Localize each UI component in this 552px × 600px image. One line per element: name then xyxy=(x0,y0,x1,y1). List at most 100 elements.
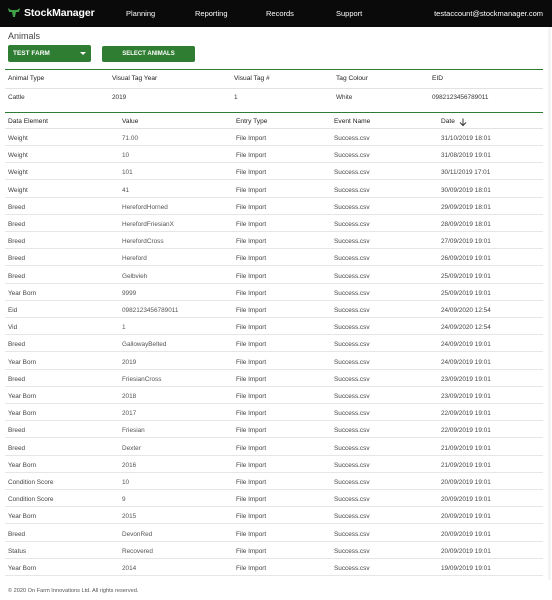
event-name-cell: Success.csv xyxy=(334,238,370,246)
entry-type-cell: File Import xyxy=(236,461,267,469)
table-row[interactable]: Breed DevonRed File Import Success.csv 20/09… xyxy=(0,525,552,542)
table-row[interactable]: Vid 1 File Import Success.csv 24/09/2020 12:… xyxy=(0,318,552,336)
table-row[interactable]: Weight 101 File Import Success.csv 30/11/201… xyxy=(0,163,552,181)
table-row[interactable]: Breed HerefordHorned File Import Success.cs… xyxy=(0,198,552,215)
value-cell: 1 xyxy=(122,324,126,332)
nav-support[interactable]: Support xyxy=(336,9,362,18)
date-cell: 31/10/2019 18:01 xyxy=(441,135,491,142)
arrow-down-icon[interactable] xyxy=(459,118,467,127)
table-row[interactable]: Breed Dexter File Import Success.csv 21/09/2… xyxy=(0,439,552,456)
value-cell: 0982123456789011 xyxy=(122,307,179,314)
date-cell: 24/09/2019 19:01 xyxy=(441,358,491,366)
entry-type-cell: File Import xyxy=(236,255,267,263)
date-cell: 29/09/2019 18:01 xyxy=(441,203,491,211)
value-cell: Hereford xyxy=(122,255,147,263)
farm-select-value: TEST FARM xyxy=(13,50,50,57)
table-row[interactable]: Year Born 2018 File Import Success.csv 23/09… xyxy=(0,387,552,404)
app-logo[interactable]: StockManager xyxy=(7,6,95,20)
header-animal-type: Animal Type xyxy=(8,75,45,82)
event-name-cell: Success.csv xyxy=(334,393,370,400)
entry-type-cell: File Import xyxy=(236,393,267,400)
entry-type-cell: File Import xyxy=(236,169,267,177)
nav-reporting[interactable]: Reporting xyxy=(195,9,228,18)
data-element-cell: Year Born xyxy=(8,358,37,366)
table-row[interactable]: Breed Friesian File Import Success.csv 22/09… xyxy=(0,421,552,439)
farm-select-dropdown[interactable]: TEST FARM xyxy=(8,45,91,62)
value-cell: Dexter xyxy=(122,444,141,452)
data-element-cell: Breed xyxy=(8,375,26,383)
entry-type-cell: File Import xyxy=(236,324,267,332)
table-row[interactable]: Condition Score 10 File Import Success.csv 2… xyxy=(0,473,552,490)
table-row[interactable]: Condition Score 9 File Import Success.csv 20… xyxy=(0,490,552,508)
table-row[interactable]: Breed Gelbvieh File Import Success.csv 25/09… xyxy=(0,267,552,284)
date-cell: 24/09/2019 19:01 xyxy=(441,341,491,349)
data-element-cell: Status xyxy=(8,547,27,555)
table-row[interactable]: BreedD...File ImportSuccess.csv19/09/201… xyxy=(0,576,552,580)
table-row[interactable]: Year Born 2019 File Import Success.csv 24/09… xyxy=(0,353,552,370)
header-visual-tag-year: Visual Tag Year xyxy=(112,75,158,82)
data-element-cell: Breed xyxy=(8,341,26,349)
date-cell: 24/09/2020 12:54 xyxy=(441,307,491,314)
table-row[interactable]: Status Recovered File Import Success.csv 20/… xyxy=(0,542,552,559)
table-row[interactable]: Year Born 9999 File Import Success.csv 25/09… xyxy=(0,284,552,301)
value-cell: 10 xyxy=(122,152,130,160)
header-value[interactable]: Value xyxy=(122,118,138,125)
date-cell: 21/09/2019 19:01 xyxy=(441,444,491,452)
date-cell: 20/09/2019 19:01 xyxy=(441,547,491,555)
table-row[interactable]: Year Born 2014 File Import Success.csv 19/09… xyxy=(0,559,552,576)
value-cell: 2016 xyxy=(122,461,137,469)
entry-type-cell: File Import xyxy=(236,547,267,555)
value-cell: 71.00 xyxy=(122,135,138,142)
event-name-cell: Success.csv xyxy=(334,221,370,228)
table-row[interactable]: Breed Hereford File Import Success.csv 26/09… xyxy=(0,249,552,267)
header-date[interactable]: Date xyxy=(441,118,455,125)
entry-type-cell: File Import xyxy=(236,410,267,418)
table-row[interactable]: Weight 41 File Import Success.csv 30/09/2019… xyxy=(0,181,552,198)
table-row[interactable]: Breed HerefordCross File Import Success.csv… xyxy=(0,232,552,250)
animal-type-value: Cattle xyxy=(8,94,25,101)
nav-planning[interactable]: Planning xyxy=(126,9,155,18)
header-tag-colour: Tag Colour xyxy=(336,75,368,82)
value-cell: HerefordHorned xyxy=(122,203,168,211)
data-element-cell: Year Born xyxy=(8,461,37,469)
table-row[interactable]: Year Born 2017 File Import Success.csv 22/09… xyxy=(0,404,552,422)
table-row[interactable]: Breed FriesianCross File Import Success.csv… xyxy=(0,370,552,387)
event-name-cell: Success.csv xyxy=(334,272,370,280)
date-cell: 26/09/2019 19:01 xyxy=(441,255,491,263)
event-name-cell: Success.csv xyxy=(334,135,370,142)
header-visual-tag-number: Visual Tag # xyxy=(234,75,270,82)
table-row[interactable]: Year Born 2016 File Import Success.csv 21/09… xyxy=(0,456,552,473)
tag-colour-value: White xyxy=(336,94,353,101)
eid-value: 0982123456789011 xyxy=(432,94,489,101)
visual-tag-number-value: 1 xyxy=(234,94,238,101)
data-element-cell: Condition Score xyxy=(8,479,54,486)
header-event-name[interactable]: Event Name xyxy=(334,118,370,125)
entry-type-cell: File Import xyxy=(236,444,267,452)
table-row[interactable]: Year Born 2015 File Import Success.csv 20/09… xyxy=(0,507,552,525)
nav-records[interactable]: Records xyxy=(266,9,294,18)
page-scrollbar[interactable] xyxy=(548,27,551,580)
entry-type-cell: File Import xyxy=(236,152,267,160)
caret-down-icon xyxy=(80,52,86,55)
value-cell: 101 xyxy=(122,169,133,177)
cow-head-icon xyxy=(8,8,20,17)
entry-type-cell: File Import xyxy=(236,135,267,142)
table-row[interactable]: Eid 0982123456789011 File Import Success.cs… xyxy=(0,301,552,318)
account-menu[interactable]: testaccount@stockmanager.com xyxy=(434,9,543,18)
date-cell: 20/09/2019 19:01 xyxy=(441,496,491,504)
value-cell: Friesian xyxy=(122,427,145,435)
date-cell: 25/09/2019 19:01 xyxy=(441,272,491,280)
data-element-cell: Weight xyxy=(8,135,28,142)
entry-type-cell: File Import xyxy=(236,479,267,486)
table-row[interactable]: Weight 71.00 File Import Success.csv 31/10/2… xyxy=(0,129,552,146)
table-row[interactable]: Breed HerefordFriesianX File Import Success… xyxy=(0,215,552,232)
header-entry-type[interactable]: Entry Type xyxy=(236,118,267,125)
select-animals-button[interactable]: SELECT ANIMALS xyxy=(102,46,195,62)
table-row[interactable]: Weight 10 File Import Success.csv 31/08/2019… xyxy=(0,146,552,164)
table-row[interactable]: Breed GallowayBelted File Import Success.cs… xyxy=(0,335,552,353)
data-element-cell: Year Born xyxy=(8,393,37,400)
header-data-element[interactable]: Data Element xyxy=(8,118,48,125)
data-element-cell: Breed xyxy=(8,203,26,211)
entry-type-cell: File Import xyxy=(236,238,267,246)
data-element-cell: Breed xyxy=(8,238,26,246)
